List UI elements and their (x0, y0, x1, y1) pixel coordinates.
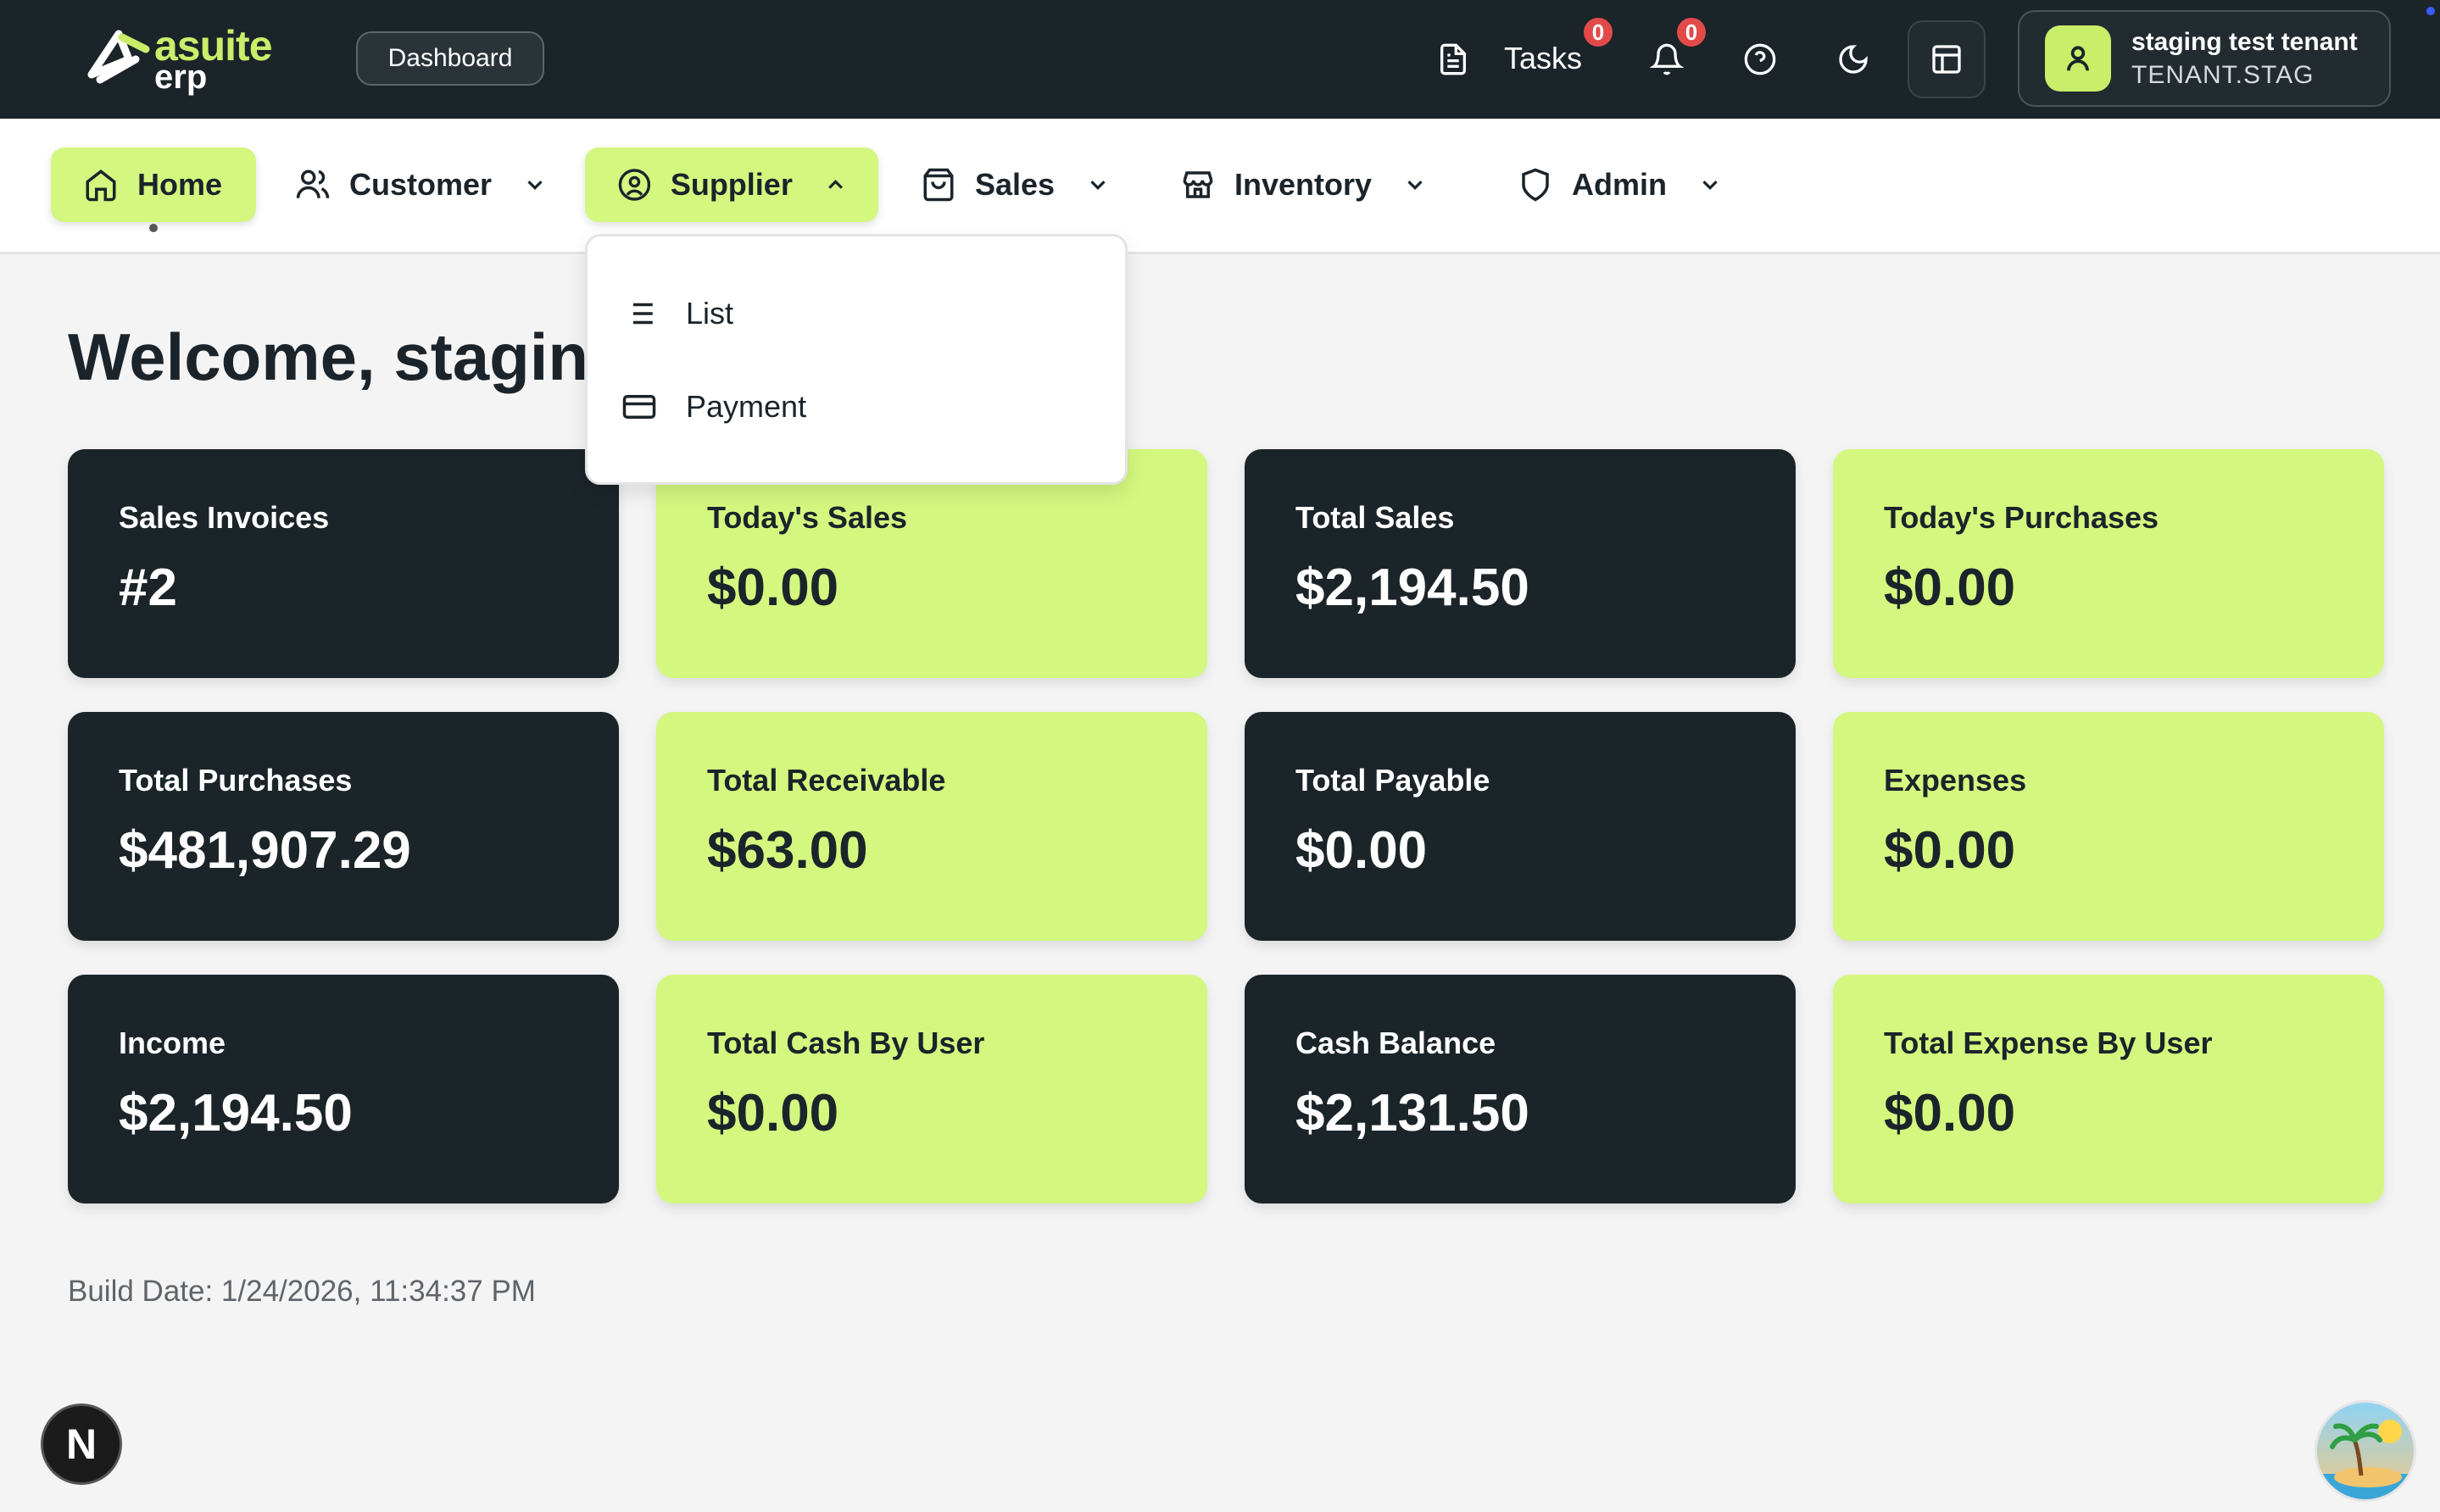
user-icon (2067, 46, 2089, 71)
stat-card-label: Total Receivable (707, 763, 946, 798)
stat-card[interactable]: Total Cash By User $0.00 (656, 975, 1207, 1203)
list-icon (626, 303, 653, 325)
status-dot (2426, 7, 2435, 15)
stat-card-value: $0.00 (707, 1084, 839, 1142)
home-icon (86, 170, 116, 202)
stat-card[interactable]: Total Receivable $63.00 (656, 712, 1207, 941)
stat-card-label: Today's Purchases (1884, 500, 2159, 535)
stat-card-label: Total Sales (1295, 500, 1455, 535)
stat-card-value: $0.00 (1884, 559, 2016, 617)
layout-panel-icon (1932, 45, 1961, 74)
shield-icon (1522, 168, 1549, 202)
tenant-name: staging test tenant (2131, 28, 2358, 56)
store-icon (1183, 171, 1213, 198)
stat-card-value: #2 (119, 559, 177, 617)
stat-card-value: $0.00 (1884, 1084, 2016, 1142)
nav-inventory[interactable]: Inventory (1148, 147, 1458, 222)
stat-card-value: $481,907.29 (119, 821, 411, 880)
page-title: Welcome, staging test tenant (68, 320, 593, 394)
users-icon (296, 170, 330, 198)
supplier-dropdown-menu: List Payment (585, 234, 1128, 485)
tasks-count-badge: 0 (1582, 16, 1614, 48)
nav-sales[interactable]: Sales (889, 147, 1141, 222)
stat-card-label: Cash Balance (1295, 1026, 1496, 1060)
document-icon (1440, 43, 1466, 75)
stat-card-value: $0.00 (1295, 821, 1428, 880)
layout-toggle-button[interactable] (1908, 20, 1986, 98)
stat-card[interactable]: Income $2,194.50 (68, 975, 619, 1203)
stat-card-label: Income (119, 1026, 226, 1060)
stat-card-value: $0.00 (707, 559, 839, 617)
nav-admin-label: Admin (1572, 167, 1667, 202)
stat-card-value: $0.00 (1884, 821, 2016, 880)
theme-toggle-button[interactable] (1828, 34, 1879, 85)
notifications-count-badge: 0 (1675, 16, 1707, 48)
stat-card-label: Expenses (1884, 763, 2027, 798)
app-logo[interactable]: asuite erp (85, 24, 288, 95)
next-dev-tools-button[interactable]: N (41, 1404, 122, 1485)
stat-card[interactable]: Total Payable $0.00 (1245, 712, 1796, 941)
moon-icon (1839, 45, 1868, 74)
stat-card[interactable]: Total Purchases $481,907.29 (68, 712, 619, 941)
credit-card-icon (622, 395, 656, 419)
stat-card-label: Total Purchases (119, 763, 353, 798)
stat-card[interactable]: Expenses $0.00 (1833, 712, 2384, 941)
stat-card[interactable]: Today's Purchases $0.00 (1833, 449, 2384, 678)
help-button[interactable] (1735, 34, 1785, 85)
bell-icon (1650, 43, 1684, 75)
avatar (2045, 25, 2111, 92)
nav-supplier[interactable]: Supplier (585, 147, 878, 222)
chevron-down-icon (1090, 181, 1106, 191)
nav-home[interactable]: Home (51, 147, 257, 222)
tenant-info: staging test tenant TENANT.STAG (2131, 25, 2358, 92)
chevron-up-icon (828, 180, 843, 189)
stat-card-value: $2,194.50 (1295, 559, 1529, 617)
nav-customer-label: Customer (349, 167, 493, 202)
island-icon (2317, 1403, 2414, 1499)
nav-sales-label: Sales (975, 167, 1056, 202)
island-avatar-button[interactable] (2315, 1400, 2416, 1502)
user-circle-icon (618, 169, 651, 201)
tenant-switcher[interactable]: staging test tenant TENANT.STAG (2018, 10, 2391, 107)
tasks-label[interactable]: Tasks (1504, 41, 1582, 76)
help-circle-icon (1744, 43, 1776, 75)
chevron-down-icon (1702, 181, 1718, 191)
tasks-button[interactable] (1428, 34, 1479, 85)
logo-wordmark: asuite erp (154, 25, 273, 94)
nav-admin[interactable]: Admin (1485, 147, 1753, 222)
main-nav: Home Customer Supplier Sales Inventory A… (0, 119, 2440, 254)
stat-card-value: $2,194.50 (119, 1084, 353, 1142)
chevron-down-icon (1407, 181, 1423, 191)
stat-card-label: Total Payable (1295, 763, 1490, 798)
menu-item-payment[interactable]: Payment (621, 377, 806, 436)
stat-card[interactable]: Sales Invoices #2 (68, 449, 619, 678)
stat-card-label: Today's Sales (707, 500, 908, 535)
shopping-bag-icon (923, 168, 954, 202)
active-indicator-dot (149, 224, 158, 232)
stat-card-label: Total Cash By User (707, 1026, 985, 1060)
stat-card[interactable]: Cash Balance $2,131.50 (1245, 975, 1796, 1203)
nav-home-label: Home (137, 167, 223, 202)
build-date: Build Date: 1/24/2026, 11:34:37 PM (68, 1275, 536, 1308)
tenant-code: TENANT.STAG (2131, 61, 2315, 89)
stat-card[interactable]: Total Sales $2,194.50 (1245, 449, 1796, 678)
nav-inventory-label: Inventory (1234, 167, 1373, 202)
nav-customer[interactable]: Customer (263, 147, 578, 222)
nav-supplier-label: Supplier (670, 167, 793, 202)
stat-card-value: $2,131.50 (1295, 1084, 1529, 1142)
dashboard-button[interactable]: Dashboard (356, 31, 544, 86)
logo-mark-icon (87, 30, 150, 84)
menu-item-payment-label: Payment (686, 389, 807, 424)
stat-card[interactable]: Total Expense By User $0.00 (1833, 975, 2384, 1203)
chevron-down-icon (527, 181, 543, 191)
stat-card-label: Total Expense By User (1884, 1026, 2213, 1060)
menu-item-list[interactable]: List (621, 284, 733, 343)
menu-item-list-label: List (686, 296, 734, 331)
stat-card-label: Sales Invoices (119, 500, 330, 535)
top-bar: asuite erp Dashboard Tasks 0 0 staging t… (0, 0, 2440, 119)
stat-card-value: $63.00 (707, 821, 868, 880)
